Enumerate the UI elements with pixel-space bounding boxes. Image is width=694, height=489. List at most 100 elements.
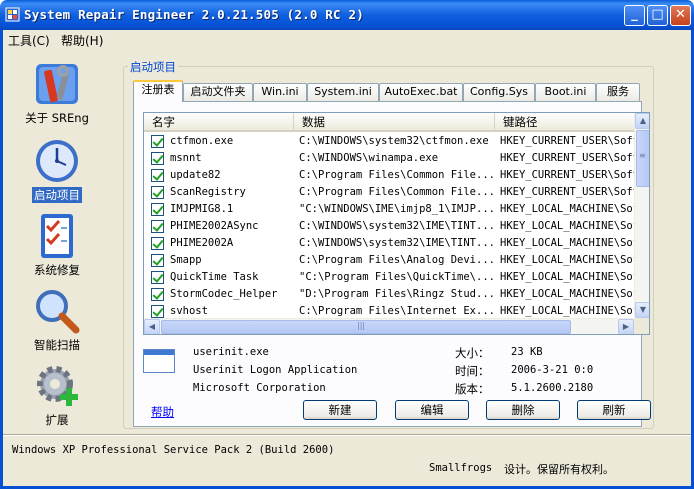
- enable-checkbox[interactable]: [151, 152, 164, 165]
- sidebar-item-extensions[interactable]: 扩展: [20, 362, 94, 428]
- row-data: C:\Program Files\Common File...: [299, 169, 495, 181]
- list-row[interactable]: PHIME2002ASync C:\WINDOWS\system32\IME\T…: [144, 218, 634, 235]
- enable-checkbox[interactable]: [151, 237, 164, 250]
- detail-time: 2006-3-21 0:0: [511, 364, 594, 376]
- enable-checkbox[interactable]: [151, 305, 164, 318]
- sidebar-item-label: 系统修复: [34, 263, 80, 277]
- tools-icon: [36, 64, 78, 104]
- window-title: System Repair Engineer 2.0.21.505 (2.0 R…: [24, 7, 364, 22]
- copyright-brand: Smallfrogs: [429, 462, 493, 474]
- row-key: HKEY_CURRENT_USER\Soft: [500, 186, 634, 198]
- row-key: HKEY_CURRENT_USER\Soft: [500, 135, 634, 147]
- list-row[interactable]: update82 C:\Program Files\Common File...…: [144, 167, 634, 184]
- enable-checkbox[interactable]: [151, 271, 164, 284]
- sidebar-item-startup[interactable]: 启动项目: [20, 137, 94, 203]
- tab-services[interactable]: 服务: [596, 83, 640, 101]
- menu-help[interactable]: 帮助(H): [61, 32, 103, 49]
- window-file-icon: [143, 349, 175, 373]
- row-name: IMJPMIG8.1: [170, 203, 234, 215]
- row-key: HKEY_LOCAL_MACHINE\Sof: [500, 288, 634, 300]
- enable-checkbox[interactable]: [151, 220, 164, 233]
- list-row[interactable]: QuickTime Task "C:\Program Files\QuickTi…: [144, 269, 634, 286]
- new-button[interactable]: 新建: [303, 400, 377, 420]
- close-button[interactable]: ✕: [670, 5, 691, 26]
- list-row[interactable]: Smapp C:\Program Files\Analog Devi... HK…: [144, 252, 634, 269]
- row-name: svhost: [170, 305, 208, 317]
- column-data[interactable]: 数据: [294, 113, 495, 132]
- scroll-down-button[interactable]: ▼: [635, 302, 649, 318]
- list-row[interactable]: msnnt C:\WINDOWS\winampa.exe HKEY_CURREN…: [144, 150, 634, 167]
- sidebar-item-smart-scan[interactable]: 智能扫描: [20, 287, 94, 353]
- checklist-icon: [41, 214, 73, 258]
- detail-size: 23 KB: [511, 346, 543, 358]
- vertical-scroll-thumb[interactable]: ≡: [636, 130, 649, 187]
- list-row[interactable]: ScanRegistry C:\Program Files\Common Fil…: [144, 184, 634, 201]
- help-link[interactable]: 帮助: [151, 404, 174, 420]
- sidebar-item-label: 启动项目: [32, 187, 82, 203]
- minimize-button[interactable]: _: [624, 5, 645, 26]
- detail-description: Userinit Logon Application: [193, 364, 358, 376]
- size-label: 大小：: [455, 346, 490, 360]
- tab-autoexec-bat[interactable]: AutoExec.bat: [379, 83, 463, 101]
- sidebar-item-label: 扩展: [45, 413, 69, 427]
- sidebar-item-about[interactable]: 关于 SREng: [20, 60, 94, 126]
- tab-win-ini[interactable]: Win.ini: [253, 83, 307, 101]
- scroll-left-button[interactable]: ◀: [144, 319, 160, 334]
- row-data: C:\Program Files\Analog Devi...: [299, 254, 495, 266]
- row-key: HKEY_LOCAL_MACHINE\Sof: [500, 305, 634, 317]
- enable-checkbox[interactable]: [151, 203, 164, 216]
- row-key: HKEY_LOCAL_MACHINE\Sof: [500, 203, 634, 215]
- version-label: 版本：: [455, 382, 490, 396]
- startup-list[interactable]: 名字 数据 键路径 ctfmon.exe C:\WINDOWS\system32…: [143, 112, 650, 335]
- scroll-right-button[interactable]: ▶: [618, 319, 634, 334]
- enable-checkbox[interactable]: [151, 186, 164, 199]
- enable-checkbox[interactable]: [151, 288, 164, 301]
- refresh-button[interactable]: 刷新: [577, 400, 651, 420]
- horizontal-scroll-thumb[interactable]: |||: [161, 320, 571, 334]
- enable-checkbox[interactable]: [151, 135, 164, 148]
- menu-tools[interactable]: 工具(C): [8, 32, 50, 49]
- vertical-scrollbar[interactable]: ▲ ≡ ▼: [634, 113, 649, 318]
- scroll-corner: [634, 318, 649, 334]
- column-key-path[interactable]: 键路径: [495, 113, 634, 132]
- enable-checkbox[interactable]: [151, 254, 164, 267]
- sidebar-item-repair[interactable]: 系统修复: [20, 212, 94, 278]
- tab-config-sys[interactable]: Config.Sys: [463, 83, 535, 101]
- horizontal-scrollbar[interactable]: ◀ ||| ▶: [144, 318, 634, 334]
- row-data: C:\WINDOWS\system32\IME\TINT...: [299, 220, 495, 232]
- title-bar[interactable]: System Repair Engineer 2.0.21.505 (2.0 R…: [0, 0, 694, 30]
- maximize-button[interactable]: □: [647, 5, 668, 26]
- tab-registry[interactable]: 注册表: [133, 80, 183, 102]
- gear-plus-icon: [37, 366, 78, 406]
- row-name: StormCodec_Helper: [170, 288, 278, 300]
- enable-checkbox[interactable]: [151, 169, 164, 182]
- detail-filename: userinit.exe: [193, 346, 269, 358]
- tab-boot-ini[interactable]: Boot.ini: [535, 83, 596, 101]
- tab-startup-folder[interactable]: 启动文件夹: [183, 83, 253, 101]
- time-label: 时间：: [455, 364, 490, 378]
- app-icon: [5, 7, 20, 22]
- row-name: Smapp: [170, 254, 202, 266]
- magnifier-icon: [36, 290, 80, 334]
- os-version-text: Windows XP Professional Service Pack 2 (…: [12, 444, 335, 456]
- row-name: ScanRegistry: [170, 186, 246, 198]
- list-row[interactable]: PHIME2002A C:\WINDOWS\system32\IME\TINT.…: [144, 235, 634, 252]
- delete-button[interactable]: 删除: [486, 400, 560, 420]
- tab-system-ini[interactable]: System.ini: [307, 83, 379, 101]
- scroll-up-button[interactable]: ▲: [635, 113, 649, 129]
- edit-button[interactable]: 编辑: [395, 400, 469, 420]
- sidebar-item-label: 关于 SREng: [25, 111, 89, 125]
- column-name[interactable]: 名字: [144, 113, 294, 132]
- row-name: ctfmon.exe: [170, 135, 234, 147]
- row-key: HKEY_CURRENT_USER\Soft: [500, 169, 634, 181]
- row-data: C:\WINDOWS\system32\IME\TINT...: [299, 237, 495, 249]
- list-row[interactable]: StormCodec_Helper "D:\Program Files\Ring…: [144, 286, 634, 303]
- row-data: "C:\WINDOWS\IME\imjp8_1\IMJP...: [299, 203, 495, 215]
- detail-version: 5.1.2600.2180: [511, 382, 594, 394]
- group-title: 启动项目: [128, 59, 178, 75]
- row-data: "D:\Program Files\Ringz Stud...: [299, 288, 495, 300]
- row-data: C:\WINDOWS\winampa.exe: [299, 152, 439, 164]
- list-row[interactable]: ctfmon.exe C:\WINDOWS\system32\ctfmon.ex…: [144, 133, 634, 150]
- list-row[interactable]: IMJPMIG8.1 "C:\WINDOWS\IME\imjp8_1\IMJP.…: [144, 201, 634, 218]
- sidebar-item-label: 智能扫描: [34, 338, 80, 352]
